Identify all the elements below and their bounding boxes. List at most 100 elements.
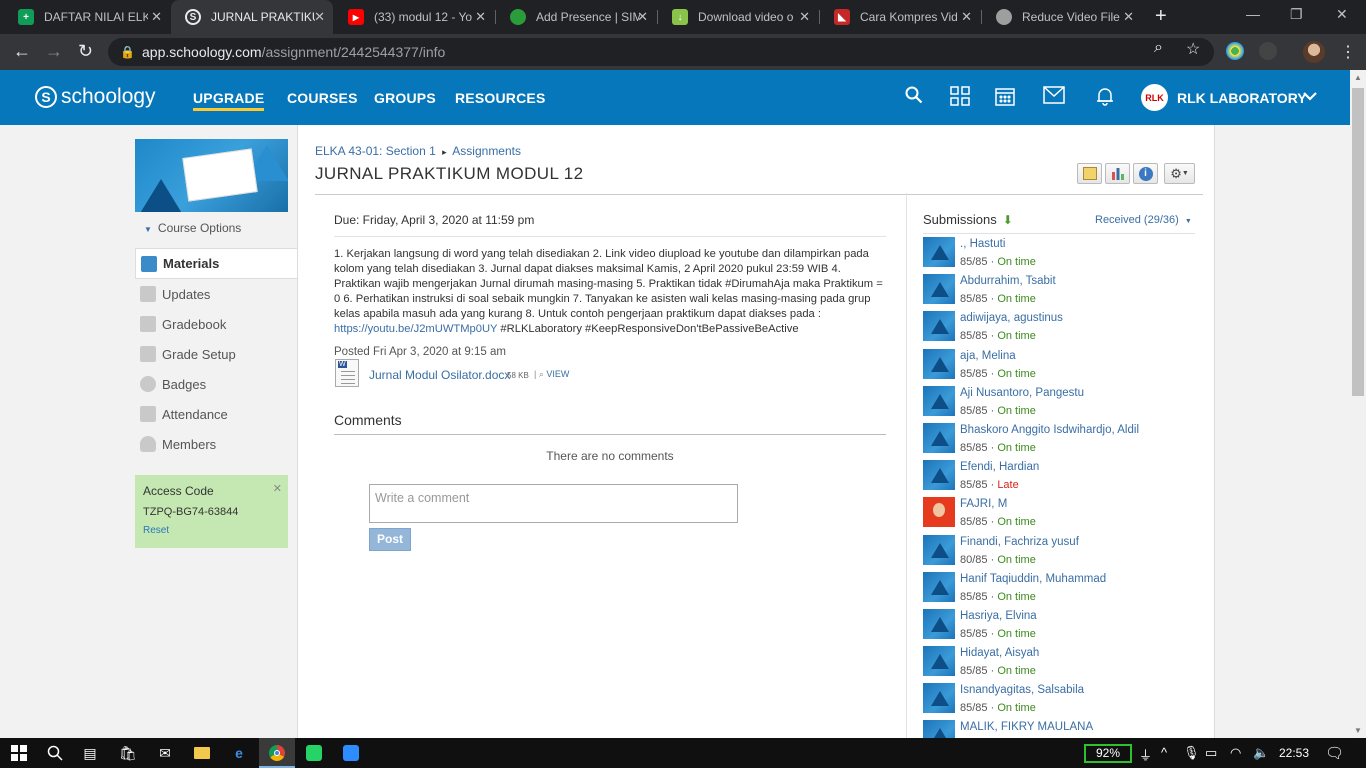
- breadcrumb-assignments-link[interactable]: Assignments: [452, 144, 521, 158]
- student-name-link[interactable]: Finandi, Fachriza yusuf: [960, 536, 1079, 548]
- received-filter-dropdown[interactable]: Received (29/36) ▼: [1095, 214, 1192, 226]
- comment-input[interactable]: [369, 484, 738, 523]
- user-avatar[interactable]: RLK: [1141, 84, 1168, 111]
- notifications-icon[interactable]: [1095, 86, 1115, 111]
- schoology-logo[interactable]: S schoology: [35, 85, 156, 109]
- submission-row[interactable]: Hasriya, Elvina 85/85 · On time: [922, 608, 1202, 645]
- student-name-link[interactable]: aja, Melina: [960, 350, 1016, 362]
- file-explorer-icon[interactable]: [193, 744, 211, 762]
- close-icon[interactable]: ✕: [961, 9, 972, 25]
- student-name-link[interactable]: Aji Nusantoro, Pangestu: [960, 387, 1084, 399]
- restore-icon[interactable]: ❐: [1290, 6, 1303, 23]
- attachment-link[interactable]: Jurnal Modul Osilator.docx: [369, 368, 510, 382]
- student-name-link[interactable]: Isnandyagitas, Salsabila: [960, 684, 1084, 696]
- back-icon[interactable]: ←: [13, 41, 31, 62]
- submission-row[interactable]: Efendi, Hardian 85/85 · Late: [922, 459, 1202, 496]
- student-name-link[interactable]: adiwijaya, agustinus: [960, 312, 1063, 324]
- breadcrumb-course-link[interactable]: ELKA 43-01: Section 1: [315, 144, 436, 158]
- sidebar-item-updates[interactable]: Updates: [135, 279, 297, 309]
- info-button[interactable]: i: [1133, 163, 1158, 184]
- attachment-view-link[interactable]: | ⌕ VIEW: [534, 369, 569, 380]
- student-name-link[interactable]: FAJRI, M: [960, 498, 1007, 510]
- power-plug-icon[interactable]: ⏚: [1139, 745, 1152, 764]
- submission-row[interactable]: Aji Nusantoro, Pangestu 85/85 · On time: [922, 385, 1202, 422]
- show-hidden-icons-icon[interactable]: ^: [1161, 745, 1167, 760]
- submission-row[interactable]: aja, Melina 85/85 · On time: [922, 348, 1202, 385]
- student-name-link[interactable]: Hasriya, Elvina: [960, 610, 1037, 622]
- settings-menu-button[interactable]: ⚙ ▼: [1164, 163, 1195, 184]
- window-close-icon[interactable]: ✕: [1336, 6, 1348, 23]
- scroll-down-icon[interactable]: ▼: [1354, 726, 1362, 735]
- course-options-menu[interactable]: ▼ Course Options: [144, 221, 241, 235]
- apps-grid-icon[interactable]: [950, 86, 970, 111]
- student-name-link[interactable]: Bhaskoro Anggito Isdwihardjo, Aldil: [960, 424, 1139, 436]
- student-name-link[interactable]: MALIK, FIKRY MAULANA: [960, 721, 1093, 733]
- zoom-icon[interactable]: ⌕: [1154, 39, 1163, 57]
- browser-tab-daftar-nilai[interactable]: + DAFTAR NILAI ELKA ✕: [4, 0, 170, 34]
- scroll-thumb[interactable]: [1352, 88, 1364, 396]
- access-code-reset-link[interactable]: Reset: [143, 525, 280, 536]
- minimize-icon[interactable]: —: [1246, 6, 1260, 22]
- close-icon[interactable]: ✕: [799, 9, 810, 25]
- battery-icon[interactable]: ▭: [1205, 745, 1217, 761]
- chrome-icon[interactable]: [268, 744, 286, 762]
- student-name-link[interactable]: Hanif Taqiuddin, Muhammad: [960, 573, 1106, 585]
- reload-icon[interactable]: ↻: [78, 41, 93, 62]
- url-bar[interactable]: 🔒 app.schoology.com/assignment/244254437…: [108, 38, 1214, 66]
- student-name-link[interactable]: Abdurrahim, Tsabit: [960, 275, 1056, 287]
- student-name-link[interactable]: Efendi, Hardian: [960, 461, 1039, 473]
- download-icon[interactable]: ⬇: [1003, 213, 1013, 227]
- profile-avatar[interactable]: [1303, 41, 1325, 63]
- store-icon[interactable]: 🛍: [119, 744, 137, 762]
- submission-row[interactable]: FAJRI, M 85/85 · On time: [922, 496, 1202, 533]
- nav-courses[interactable]: COURSES: [287, 90, 358, 106]
- stats-button[interactable]: [1105, 163, 1130, 184]
- close-icon[interactable]: ✕: [314, 9, 325, 25]
- close-icon[interactable]: ✕: [151, 9, 162, 25]
- mail-icon[interactable]: [1043, 86, 1065, 109]
- task-view-icon[interactable]: ▤: [81, 744, 99, 762]
- browser-tab-kompres[interactable]: ◣ Cara Kompres Vid ✕: [820, 0, 980, 34]
- battery-indicator[interactable]: 92%: [1084, 744, 1132, 763]
- chevron-down-icon[interactable]: [1303, 88, 1317, 104]
- edge-icon[interactable]: e: [230, 744, 248, 762]
- sidebar-item-materials[interactable]: Materials: [135, 248, 297, 279]
- close-icon[interactable]: ✕: [475, 9, 486, 25]
- submission-row[interactable]: adiwijaya, agustinus 85/85 · On time: [922, 310, 1202, 347]
- word-document-icon[interactable]: [335, 359, 359, 387]
- sidebar-item-attendance[interactable]: Attendance: [135, 399, 297, 429]
- submission-row[interactable]: Isnandyagitas, Salsabila 85/85 · On time: [922, 682, 1202, 719]
- close-icon[interactable]: ✕: [637, 9, 648, 25]
- volume-icon[interactable]: 🔈: [1253, 745, 1269, 761]
- student-name-link[interactable]: Hidayat, Aisyah: [960, 647, 1039, 659]
- sidebar-item-grade-setup[interactable]: Grade Setup: [135, 339, 297, 369]
- submission-row[interactable]: Abdurrahim, Tsabit 85/85 · On time: [922, 273, 1202, 310]
- sidebar-item-members[interactable]: Members: [135, 429, 297, 459]
- browser-tab-youtube[interactable]: ▶ (33) modul 12 - Yo ✕: [334, 0, 494, 34]
- menu-dots-icon[interactable]: ⋮: [1340, 42, 1356, 62]
- search-icon[interactable]: [46, 744, 64, 762]
- user-name[interactable]: RLK LABORATORY: [1177, 90, 1307, 106]
- wifi-icon[interactable]: ◠: [1230, 745, 1241, 761]
- new-tab-button[interactable]: +: [1155, 5, 1167, 28]
- student-name-link[interactable]: ., Hastuti: [960, 238, 1005, 250]
- extension-icon[interactable]: [1226, 42, 1244, 60]
- sidebar-item-badges[interactable]: Badges: [135, 369, 297, 399]
- submission-row[interactable]: Finandi, Fachriza yusuf 80/85 · On time: [922, 534, 1202, 571]
- submission-row[interactable]: Bhaskoro Anggito Isdwihardjo, Aldil 85/85…: [922, 422, 1202, 459]
- browser-tab-presence[interactable]: Add Presence | SIM ✕: [496, 0, 656, 34]
- windows-start-icon[interactable]: [10, 744, 28, 762]
- search-icon[interactable]: [905, 86, 923, 109]
- whatsapp-icon[interactable]: [305, 744, 323, 762]
- forward-icon[interactable]: →: [45, 41, 63, 62]
- sidebar-item-gradebook[interactable]: Gradebook: [135, 309, 297, 339]
- bookmark-star-icon[interactable]: ☆: [1186, 39, 1200, 59]
- submission-row[interactable]: Hidayat, Aisyah 85/85 · On time: [922, 645, 1202, 682]
- browser-tab-reduce[interactable]: Reduce Video File ✕: [982, 0, 1142, 34]
- edit-assignment-button[interactable]: [1077, 163, 1102, 184]
- scroll-up-icon[interactable]: ▲: [1354, 73, 1362, 82]
- close-icon[interactable]: ✕: [1123, 9, 1134, 25]
- nav-upgrade[interactable]: UPGRADE: [193, 90, 265, 111]
- post-comment-button[interactable]: Post: [369, 528, 411, 551]
- taskbar-clock[interactable]: 22:53: [1279, 746, 1309, 760]
